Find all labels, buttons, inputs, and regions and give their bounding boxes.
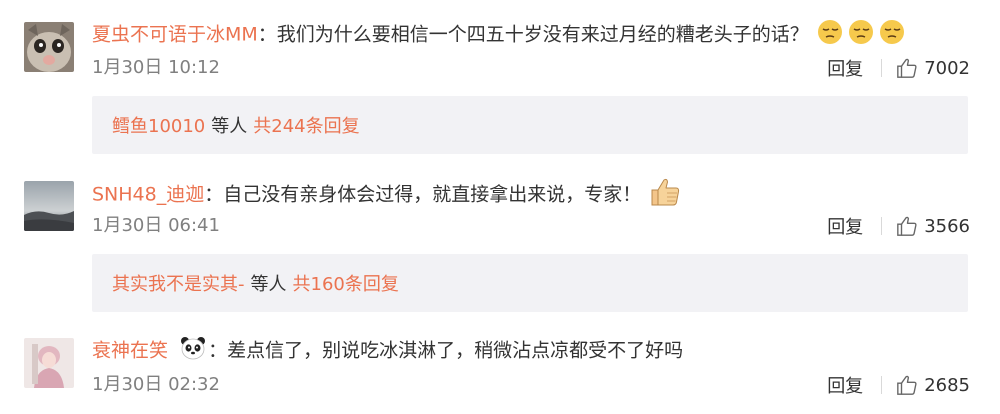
reply-button[interactable]: 回复: [827, 372, 863, 398]
comment-time: 1月30日 06:41: [92, 215, 220, 236]
thumbs-up-icon[interactable]: [896, 374, 918, 396]
username-link[interactable]: 衰神在笑: [92, 340, 168, 362]
comment-text: ：差点信了，别说吃冰淇淋了，稍微沾点凉都受不了好吗: [208, 339, 684, 362]
divider: [881, 217, 883, 235]
reply-summary-text: 等人: [211, 116, 248, 137]
sleepy-face-emoji-icon: [817, 19, 907, 51]
panda-emoji-icon: [180, 336, 206, 366]
comment-time: 1月30日 02:32: [92, 374, 220, 395]
thumbs-up-icon[interactable]: [896, 215, 918, 237]
divider: [881, 59, 883, 77]
avatar[interactable]: [24, 22, 74, 72]
comment-line: 衰神在笑 ：差点信了，别说吃冰淇淋了，稍微沾点凉都受不了好吗: [92, 336, 683, 366]
comment-time: 1月30日 10:12: [92, 57, 220, 78]
comment-actions: 回复 7002: [827, 55, 970, 81]
reply-summary-text: 等人: [250, 274, 287, 295]
comment-line: SNH48_迪迦：自己没有亲身体会过得，就直接拿出来说，专家！: [92, 177, 681, 213]
thumbs-up-emoji-icon: [649, 177, 681, 213]
comment-text: ：我们为什么要相信一个四五十岁没有来过月经的糟老头子的话？: [257, 23, 809, 46]
avatar[interactable]: [24, 181, 74, 231]
username-link[interactable]: 夏虫不可语于冰MM: [92, 24, 258, 46]
like-count: 7002: [924, 57, 970, 79]
like-count: 2685: [924, 374, 970, 396]
username-link[interactable]: SNH48_迪迦: [92, 184, 204, 206]
comment-line: 夏虫不可语于冰MM：我们为什么要相信一个四五十岁没有来过月经的糟老头子的话？: [92, 19, 907, 51]
reply-button[interactable]: 回复: [827, 55, 863, 81]
avatar[interactable]: [24, 338, 74, 388]
comment-actions: 回复 3566: [827, 213, 970, 239]
comment-actions: 回复 2685: [827, 372, 970, 398]
comment-text: ：自己没有亲身体会过得，就直接拿出来说，专家！: [204, 183, 642, 206]
reply-username-link[interactable]: 其实我不是实其-: [112, 270, 245, 296]
view-replies-link[interactable]: 共244条回复: [253, 112, 359, 138]
like-count: 3566: [924, 215, 970, 237]
view-replies-link[interactable]: 共160条回复: [293, 270, 399, 296]
divider: [881, 376, 883, 394]
reply-summary-box[interactable]: 其实我不是实其- 等人 共160条回复: [92, 254, 968, 312]
reply-username-link[interactable]: 鳕鱼10010: [112, 112, 205, 138]
reply-summary-box[interactable]: 鳕鱼10010 等人 共244条回复: [92, 96, 968, 154]
reply-button[interactable]: 回复: [827, 213, 863, 239]
thumbs-up-icon[interactable]: [896, 57, 918, 79]
